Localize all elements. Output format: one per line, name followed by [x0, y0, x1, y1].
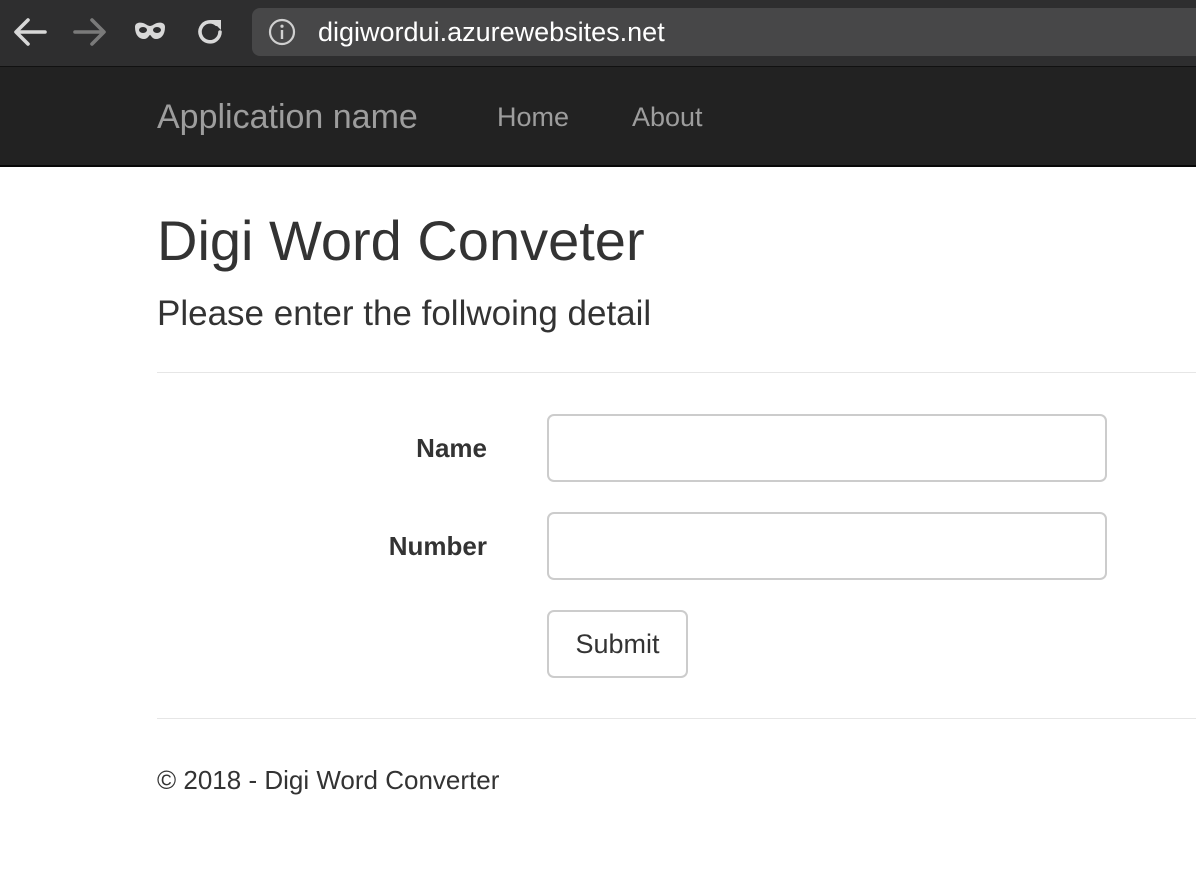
footer-copyright: © 2018 - Digi Word Converter [157, 765, 500, 795]
url-text[interactable]: digiwordui.azurewebsites.net [318, 17, 665, 47]
info-circle-icon[interactable] [268, 18, 296, 46]
app-navbar: Application name Home About [0, 67, 1196, 167]
number-input[interactable] [547, 512, 1107, 580]
submit-button[interactable]: Submit [547, 610, 688, 678]
navbar-brand-link[interactable]: Application name [157, 98, 418, 136]
incognito-button[interactable] [128, 10, 172, 54]
number-label: Number [388, 531, 487, 561]
reload-button[interactable] [188, 10, 232, 54]
nav-link-about[interactable]: About [632, 102, 703, 132]
reload-icon [198, 20, 222, 44]
forward-button[interactable] [68, 10, 112, 54]
footer-divider [157, 718, 1196, 719]
back-button[interactable] [8, 10, 52, 54]
page-subtitle: Please enter the follwoing detail [157, 294, 652, 333]
page-title: Digi Word Conveter [157, 209, 645, 272]
incognito-mask-icon [135, 22, 165, 39]
browser-toolbar: digiwordui.azurewebsites.net [0, 0, 1196, 66]
arrow-right-icon [73, 18, 106, 46]
name-label: Name [416, 433, 487, 463]
address-bar[interactable]: digiwordui.azurewebsites.net [252, 8, 1196, 56]
name-input[interactable] [547, 414, 1107, 482]
arrow-left-icon [14, 18, 47, 46]
divider [157, 372, 1196, 373]
nav-link-home[interactable]: Home [497, 102, 569, 132]
